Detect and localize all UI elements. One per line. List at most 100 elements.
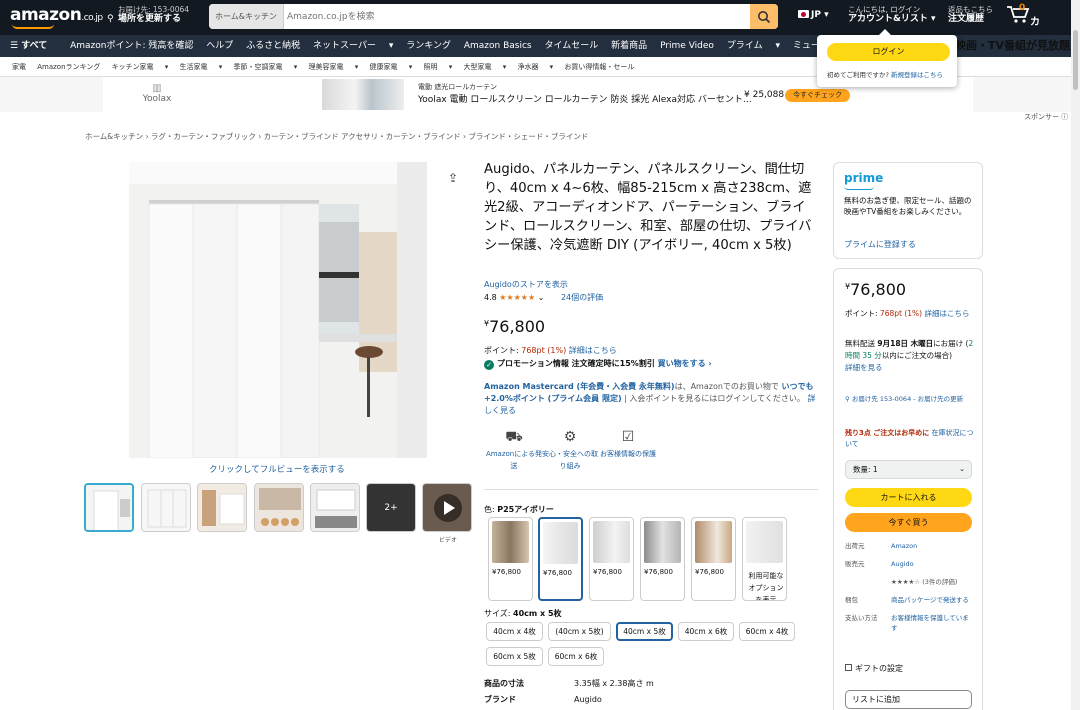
all-menu-button[interactable]: ☰ すべて — [10, 35, 57, 57]
thumbnail-6-more[interactable]: 2+ — [366, 483, 416, 532]
signin-popover: ログイン 初めてご利用ですか? 新規登録はこちら — [817, 29, 957, 87]
spec-value: 3.35幅 x 2.38高さ m — [574, 679, 654, 688]
color-swatch[interactable]: ¥76,800 — [640, 517, 685, 601]
subnav-item[interactable]: 大型家電 ▾ — [463, 57, 506, 77]
seller-row-value[interactable]: Amazon — [891, 541, 975, 551]
points-details-link[interactable]: 詳細はこちら — [569, 346, 617, 355]
add-to-list-button[interactable]: リストに追加 — [845, 690, 972, 709]
account-label: アカウント&リスト — [848, 14, 928, 24]
size-option[interactable]: 60cm x 4枚 — [739, 622, 795, 641]
nav-item-new[interactable]: 新着商品 — [611, 35, 647, 57]
subnav-item[interactable]: 照明 ▾ — [423, 57, 452, 77]
seller-row-value[interactable]: 商品パッケージで発送する — [891, 595, 975, 605]
feature-safety[interactable]: ⚙ 安心・安全への取り組み — [540, 430, 600, 472]
store-link[interactable]: Augidoのストアを表示 — [484, 279, 568, 290]
first-time-text: 初めてご利用ですか? — [827, 71, 889, 79]
thumbnail-3[interactable] — [197, 483, 247, 532]
nav-promo[interactable]: 映画・TV番組が見放題 — [955, 35, 1070, 57]
buybox-points-link[interactable]: 詳細はこちら — [924, 309, 969, 318]
thumbnail-1[interactable] — [84, 483, 134, 532]
nav-item-ranking[interactable]: ランキング — [406, 35, 451, 57]
signin-button[interactable]: ログイン — [827, 43, 950, 61]
language-selector[interactable]: JP ▾ — [798, 10, 829, 20]
deliver-to[interactable]: ⚲ お届け先: 153-0064 場所を更新する — [107, 5, 189, 25]
subnav-item[interactable]: Amazonランキング — [37, 57, 100, 77]
amazon-logo[interactable]: amazon.co.jp — [10, 5, 103, 29]
subnav-item[interactable]: 生活家電 ▾ — [180, 57, 223, 77]
feature-privacy[interactable]: ☑ お客様情報の保護 — [598, 430, 658, 460]
subnav-item[interactable]: お買い得情報・セール — [564, 57, 634, 77]
search-button[interactable] — [750, 4, 778, 29]
subnav-item[interactable]: キッチン家電 ▾ — [112, 57, 169, 77]
size-option[interactable]: 60cm x 5枚 — [486, 647, 543, 666]
cart-button[interactable]: 0 カート — [1006, 3, 1040, 58]
promo-shop-link[interactable]: 買い物をする › — [658, 359, 712, 368]
account-menu[interactable]: こんにちは, ログイン アカウント&リスト ▾ — [848, 5, 936, 25]
thumbnail-video[interactable] — [422, 483, 472, 532]
buy-now-button[interactable]: 今すぐ買う — [845, 513, 972, 532]
main-product-image[interactable] — [129, 162, 427, 458]
size-option-selected[interactable]: 40cm x 5枚 — [616, 622, 673, 641]
breadcrumb[interactable]: ホーム&キッチン › ラグ・カーテン・ファブリック › カーテン・ブラインド ア… — [85, 131, 588, 142]
buybox-price-symbol: ¥ — [845, 282, 851, 291]
add-to-cart-button[interactable]: カートに入れる — [845, 488, 972, 507]
thumbnail-2[interactable] — [141, 483, 191, 532]
logo-tld: .co.jp — [81, 13, 103, 23]
reviews-link[interactable]: 24個の評価 — [561, 293, 603, 302]
prime-box: prime 無料のお急ぎ便、限定セール、話題の映画やTV番組をお楽しみください。… — [833, 162, 983, 259]
size-option[interactable]: 60cm x 6枚 — [548, 647, 604, 666]
thumbnail-4[interactable] — [254, 483, 304, 532]
size-option[interactable]: 40cm x 6枚 — [678, 622, 734, 641]
thumbnail-5[interactable] — [310, 483, 360, 532]
scrollbar[interactable] — [1071, 0, 1080, 710]
ad-cta-button[interactable]: 今すぐチェック — [785, 89, 850, 102]
lang-code: JP — [811, 10, 821, 20]
subnav-item[interactable]: 浄水器 ▾ — [517, 57, 553, 77]
spec-value: Augido — [574, 695, 602, 704]
seller-row-value[interactable]: お客様情報を保護しています — [891, 613, 975, 633]
color-swatch[interactable]: ¥76,800 — [589, 517, 634, 601]
nav-item-prime[interactable]: プライム ▾ — [727, 35, 780, 57]
delivery-details-link[interactable]: 詳細を見る — [845, 363, 883, 372]
nav-item-help[interactable]: ヘルプ — [206, 35, 233, 57]
color-label: 色: P25アイボリー — [484, 504, 554, 515]
color-swatch-selected[interactable]: ¥76,800 — [538, 517, 583, 601]
subnav-item-label: キッチン家電 — [111, 63, 154, 71]
subnav-item[interactable]: 家電 — [12, 57, 26, 77]
delivery-address-link[interactable]: ⚲ お届け先 153-0064 - お届け先の更新 — [845, 394, 975, 404]
search-input[interactable] — [287, 4, 747, 29]
color-swatch[interactable]: ¥76,800 — [488, 517, 533, 601]
size-option[interactable]: 40cm x 4枚 — [486, 622, 543, 641]
subnav-item[interactable]: 健康家電 ▾ — [370, 57, 413, 77]
rating-summary: 4.8 ★★★★★ ⌄ 24個の評価 — [484, 292, 603, 303]
share-icon[interactable]: ⇪ — [448, 171, 458, 185]
search-category-select[interactable]: ホーム&キッチン — [209, 4, 284, 29]
nav-item-furusato[interactable]: ふるさと納税 — [246, 35, 300, 57]
prime-signup-link[interactable]: プライムに登録する — [844, 239, 916, 250]
more-options-swatch[interactable]: 利用可能なオプションを表示 — [742, 517, 787, 601]
subnav-item[interactable]: 理美容家電 ▾ — [309, 57, 359, 77]
nav-item-prime-video[interactable]: Prime Video — [660, 35, 714, 57]
nav-item-netsuper[interactable]: ネットスーパー ▾ — [313, 35, 393, 57]
sponsor-label[interactable]: スポンサー ⓘ — [1024, 112, 1068, 122]
gift-checkbox[interactable] — [845, 664, 852, 671]
subnav-item[interactable]: 季節・空調家電 ▾ — [234, 57, 298, 77]
seller-row-value[interactable]: Augido — [891, 559, 975, 569]
register-link[interactable]: 新規登録はこちら — [891, 71, 943, 79]
full-view-link[interactable]: クリックしてフルビューを表示する — [209, 463, 345, 475]
scrollbar-thumb[interactable] — [1073, 30, 1078, 90]
feature-amazon-shipping[interactable]: ⛟ Amazonによる発送 — [484, 430, 544, 472]
nav-item-points[interactable]: Amazonポイント: 残高を確認 — [70, 35, 193, 57]
rating-stars-icon[interactable]: ★★★★★ — [499, 293, 535, 302]
color-swatch[interactable]: ¥76,800 — [691, 517, 736, 601]
mc-title[interactable]: Amazon Mastercard (年会費・入会費 永年無料) — [484, 382, 675, 391]
chevron-down-icon[interactable]: ⌄ — [538, 293, 545, 302]
size-option[interactable]: (40cm x 5枚) — [548, 622, 611, 641]
feature-label: 安心・安全への取り組み — [542, 450, 598, 470]
orders-link[interactable]: 返品もこちら 注文履歴 — [948, 5, 993, 25]
nav-item-basics[interactable]: Amazon Basics — [464, 35, 532, 57]
quantity-select[interactable]: 数量: 1 ⌄ — [845, 460, 972, 479]
swatch-price: ¥76,800 — [492, 568, 521, 576]
gift-option[interactable]: ギフトの設定 — [845, 663, 903, 674]
nav-item-timesale[interactable]: タイムセール — [544, 35, 598, 57]
